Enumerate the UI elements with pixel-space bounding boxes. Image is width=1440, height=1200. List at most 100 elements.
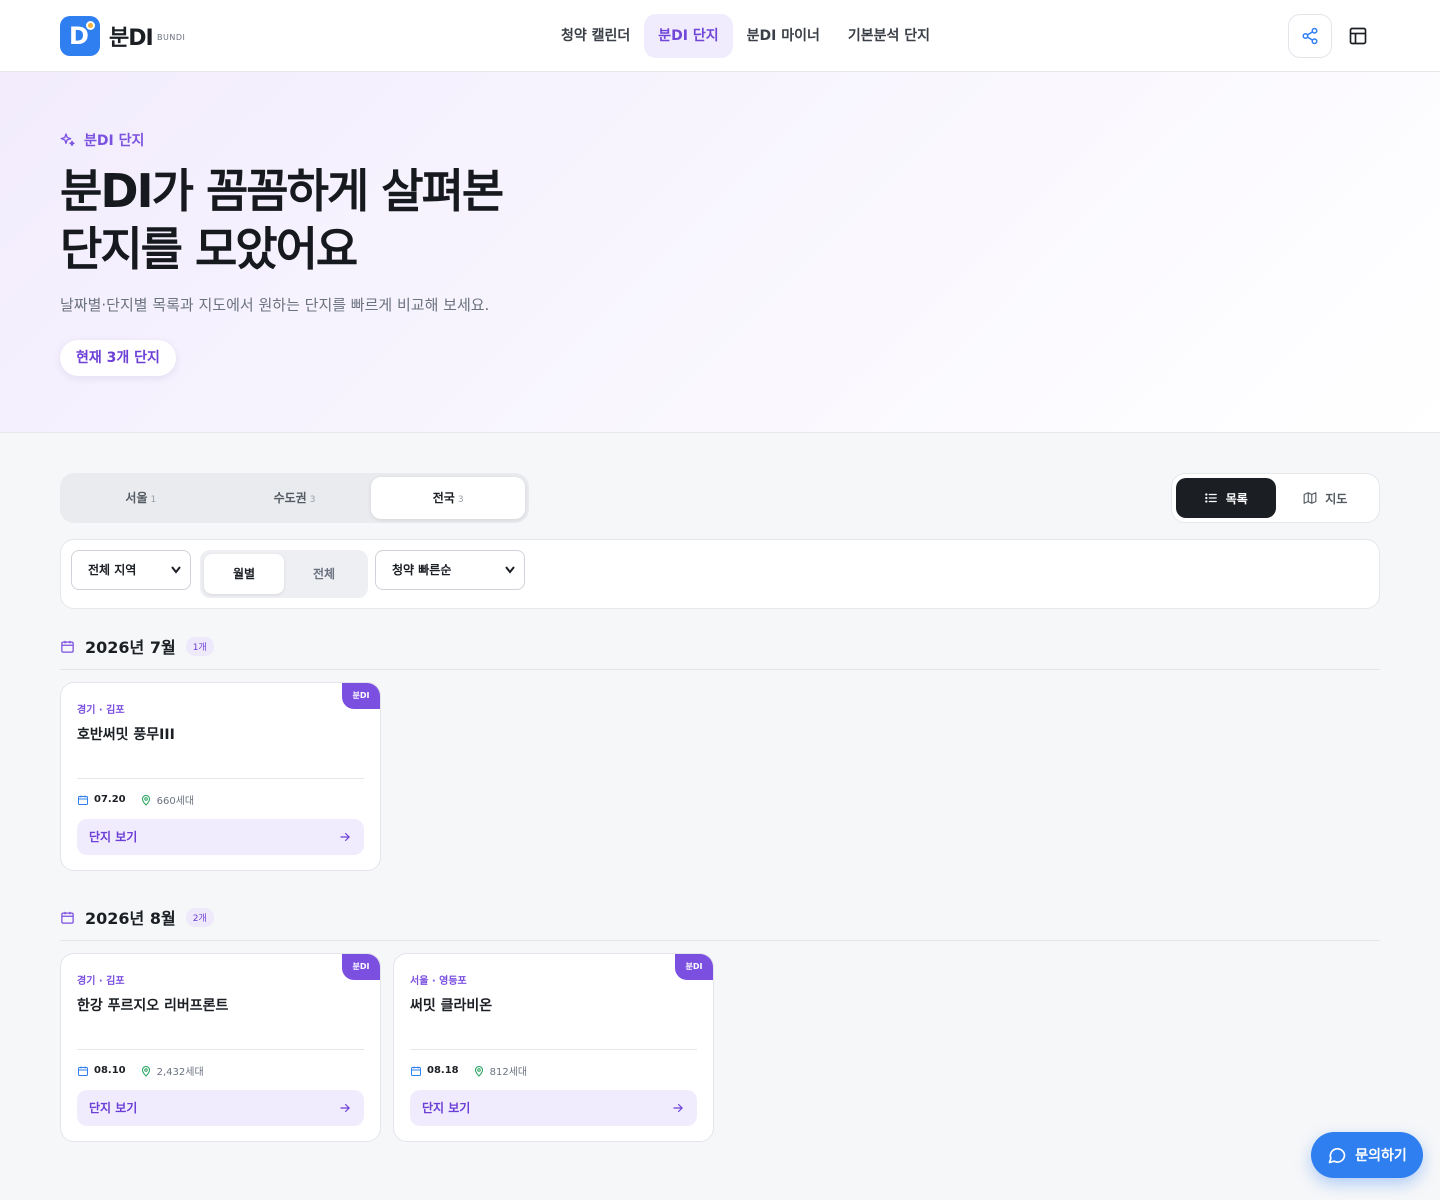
tab-nationwide[interactable]: 전국 3 (371, 477, 526, 519)
layout-icon (1349, 27, 1367, 45)
card-units: 2,432세대 (140, 1063, 204, 1078)
period-monthly-button[interactable]: 월별 (204, 554, 284, 594)
contact-label: 문의하기 (1355, 1148, 1407, 1164)
month-group-header: 2026년 7월 1개 (60, 634, 214, 658)
card-meta: 08.10 2,432세대 (77, 1063, 204, 1078)
bundi-ribbon: 분DI (342, 954, 380, 980)
view-complex-label: 단지 보기 (422, 1101, 471, 1115)
card-title: 한강 푸르지오 리버프론트 (77, 998, 229, 1014)
calendar-icon (61, 911, 74, 924)
divider (60, 669, 1380, 670)
region-select[interactable]: 전체 지역 (71, 550, 191, 590)
card-location: 서울 · 영등포 (410, 976, 467, 987)
bundi-ribbon: 분DI (342, 683, 380, 709)
card-units: 660세대 (140, 792, 195, 807)
tab-label: 수도권 (273, 491, 307, 505)
card-date: 07.20 (77, 794, 126, 806)
view-complex-label: 단지 보기 (89, 1101, 138, 1115)
tab-count: 3 (457, 495, 464, 505)
list-view-label: 목록 (1225, 491, 1248, 506)
list-view-button[interactable]: 목록 (1176, 478, 1276, 518)
region-select-value: 전체 지역 (88, 563, 137, 577)
hero-section: 분DI 단지 분DI가 꼼꼼하게 살펴본 단지를 모았어요 날짜별·단지별 목록… (0, 72, 1440, 433)
hero-title-line2: 단지를 모았어요 (60, 222, 358, 276)
calendar-icon (78, 795, 88, 805)
map-view-label: 지도 (1325, 491, 1348, 506)
sort-select[interactable]: 청약 빠른순 (375, 550, 525, 590)
arrow-right-icon (673, 1103, 683, 1113)
tab-capital-area[interactable]: 수도권 3 (218, 477, 372, 519)
bundi-ribbon: 분DI (675, 954, 713, 980)
card-date-value: 08.10 (94, 1065, 126, 1076)
card-location: 경기 · 김포 (77, 976, 125, 987)
map-view-button[interactable]: 지도 (1276, 478, 1376, 518)
map-icon (1303, 492, 1317, 504)
card-units-value: 812세대 (489, 1067, 528, 1078)
card-units: 812세대 (473, 1063, 528, 1078)
chevron-down-icon (504, 551, 516, 604)
share-button[interactable] (1288, 14, 1332, 58)
month-count-badge: 1개 (185, 636, 214, 656)
brand-subtitle: BUNDI (157, 33, 186, 42)
tab-count: 3 (309, 495, 316, 505)
hero-tag-label: 분DI 단지 (84, 133, 145, 149)
tab-count: 1 (150, 495, 157, 505)
layout-button[interactable] (1336, 14, 1380, 58)
contact-button[interactable]: 문의하기 (1311, 1132, 1423, 1178)
card-meta: 08.18 812세대 (410, 1063, 527, 1078)
nav-basic-analysis[interactable]: 기본분석 단지 (834, 14, 944, 58)
card-divider (77, 1049, 364, 1050)
card-location: 경기 · 김포 (77, 705, 125, 716)
period-all-button[interactable]: 전체 (284, 554, 364, 594)
nav-bundi-minor[interactable]: 분DI 마이너 (733, 14, 834, 58)
top-header: D 분DI BUNDI 청약 캘린더 분DI 단지 분DI 마이너 기본분석 단… (0, 0, 1440, 72)
sparkle-icon (60, 133, 75, 146)
month-title: 2026년 8월 (85, 909, 176, 928)
logo-icon[interactable]: D (60, 16, 100, 56)
arrow-right-icon (340, 1103, 350, 1113)
complex-card[interactable]: 분DI 경기 · 김포 호반써밋 풍무III 07.20 660세대 단지 보기 (60, 682, 381, 871)
period-segmented-control: 월별 전체 (200, 550, 368, 598)
nav-bundi-complex[interactable]: 분DI 단지 (644, 14, 733, 58)
card-date: 08.10 (77, 1065, 126, 1077)
view-toggle: 목록 지도 (1171, 473, 1380, 523)
page-title: 분DI가 꼼꼼하게 살펴본 단지를 모았어요 (60, 162, 504, 278)
nav-calendar[interactable]: 청약 캘린더 (547, 14, 644, 58)
view-complex-label: 단지 보기 (89, 830, 138, 844)
card-date-value: 07.20 (94, 794, 126, 805)
brand-name[interactable]: 분DI (109, 20, 154, 52)
hero-tag: 분DI 단지 (60, 130, 144, 150)
list-icon (1204, 493, 1217, 503)
complex-card[interactable]: 분DI 경기 · 김포 한강 푸르지오 리버프론트 08.10 2,432세대 … (60, 953, 381, 1142)
card-meta: 07.20 660세대 (77, 792, 194, 807)
card-title: 호반써밋 풍무III (77, 727, 175, 743)
view-complex-button[interactable]: 단지 보기 (77, 1090, 364, 1126)
location-pin-icon (141, 1065, 150, 1077)
card-units-value: 660세대 (156, 796, 195, 807)
complex-card[interactable]: 분DI 서울 · 영등포 써밋 클라비온 08.18 812세대 단지 보기 (393, 953, 714, 1142)
tab-seoul[interactable]: 서울 1 (64, 477, 218, 519)
card-units-value: 2,432세대 (156, 1067, 204, 1078)
calendar-icon (78, 1066, 88, 1076)
location-pin-icon (474, 1065, 483, 1077)
card-divider (410, 1049, 697, 1050)
chevron-down-icon (170, 551, 182, 604)
view-complex-button[interactable]: 단지 보기 (77, 819, 364, 855)
hero-description: 날짜별·단지별 목록과 지도에서 원하는 단지를 빠르게 비교해 보세요. (60, 296, 490, 314)
location-pin-icon (141, 794, 150, 806)
view-complex-button[interactable]: 단지 보기 (410, 1090, 697, 1126)
region-tabs: 서울 1 수도권 3 전국 3 (60, 473, 529, 523)
card-date-value: 08.18 (427, 1065, 459, 1076)
calendar-icon (411, 1066, 421, 1076)
divider (60, 940, 1380, 941)
card-divider (77, 778, 364, 779)
month-count-badge: 2개 (185, 907, 214, 927)
arrow-right-icon (340, 832, 350, 842)
card-date: 08.18 (410, 1065, 459, 1077)
main-nav: 청약 캘린더 분DI 단지 분DI 마이너 기본분석 단지 (547, 14, 944, 58)
month-group-header: 2026년 8월 2개 (60, 905, 214, 929)
sort-select-value: 청약 빠른순 (392, 563, 452, 577)
complex-count-badge: 현재 3개 단지 (60, 340, 176, 376)
tab-label: 서울 (125, 491, 148, 505)
calendar-icon (61, 640, 74, 653)
